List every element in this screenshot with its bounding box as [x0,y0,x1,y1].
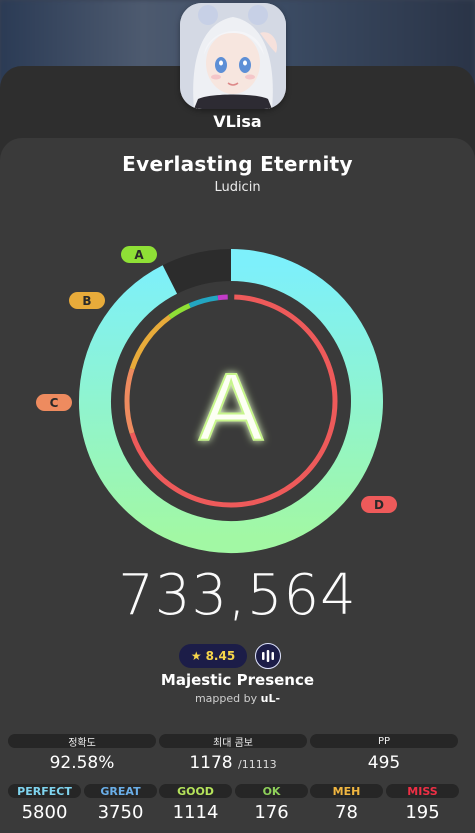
rank-tag-a: A [121,246,157,263]
threshold-arc-a [168,303,191,319]
rank-letter: A [199,354,263,461]
star-rating-value: 8.45 [205,649,236,663]
max-combo-header: 최대 콤보 [159,734,307,749]
player-name[interactable]: VLisa [0,112,475,131]
miss-count: 195 [405,802,440,823]
accuracy-value-text: 92.58% [49,753,115,773]
good-header: GOOD [159,784,232,798]
pp-value-text: 495 [367,753,401,773]
accuracy-header: 정확도 [8,734,156,749]
mod-bars-icon [262,650,274,662]
accuracy-value: 92.58% [8,753,156,773]
max-combo-value-text: 1178 [189,753,233,773]
meh-count: 78 [335,802,358,823]
mapped-by-label: mapped by [194,692,258,705]
perfect-header: PERFECT [8,784,81,798]
rank-tag-b: B [69,292,105,309]
ok-header: OK [235,784,308,798]
mods-icon[interactable] [255,643,281,669]
mapper-line: mapped by uL- [0,692,475,705]
threshold-arc-s [188,295,219,308]
perfect-count: 5800 [21,802,68,823]
mapper-name[interactable]: uL- [261,692,280,705]
rank-tag-d: D [361,496,397,513]
great-count: 3750 [97,802,144,823]
star-rating-pill[interactable]: ★ 8.45 [179,644,247,668]
difficulty-name: Majestic Presence [160,671,315,689]
ok-count: 176 [254,802,289,823]
pp-header: PP [310,734,458,748]
total-score: 733,564 [118,563,357,628]
song-title: Everlasting Eternity [122,152,353,176]
rank-tag-c: C [36,394,72,411]
threshold-arc-c [124,368,135,434]
great-header: GREAT [84,784,157,798]
pp-value: 495 [310,753,458,773]
good-count: 1114 [172,802,219,823]
meh-header: MEH [310,784,383,798]
miss-header: MISS [386,784,459,798]
song-artist: Ludicin [214,180,261,195]
max-combo-value: 1178 /11113 [159,753,307,773]
avatar-illustration [180,3,286,109]
max-combo-total: /11113 [237,758,277,771]
accuracy-ring: A [78,249,383,553]
star-icon: ★ [190,649,202,663]
threshold-arc-ss [217,294,228,301]
player-avatar[interactable] [180,3,286,109]
